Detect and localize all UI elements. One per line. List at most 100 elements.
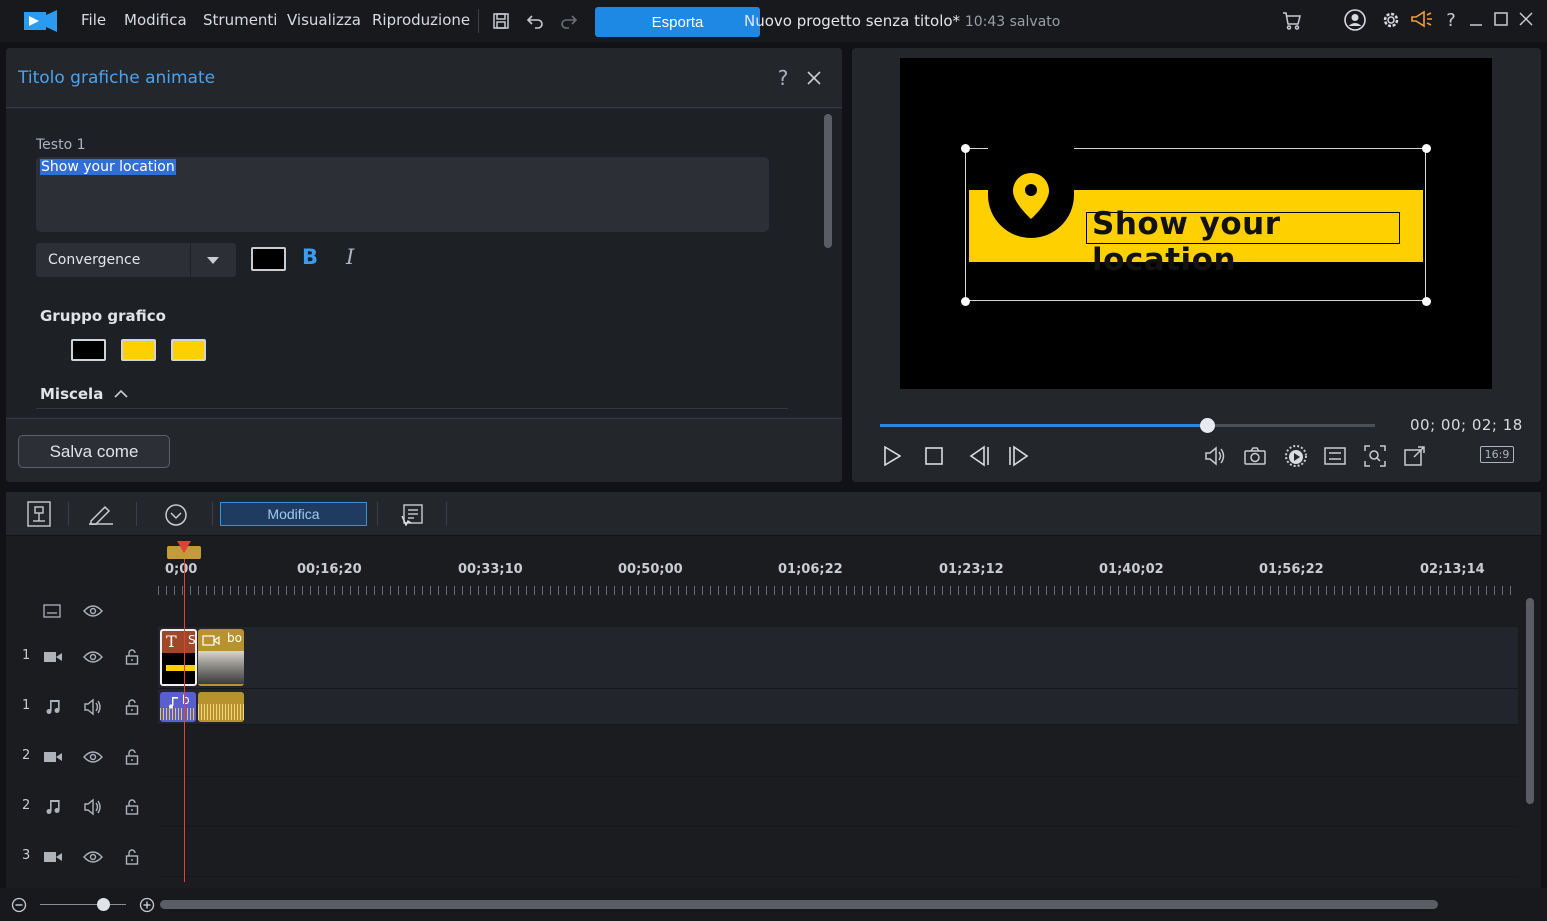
menu-riproduzione[interactable]: Riproduzione [372,11,470,29]
undo-icon[interactable] [524,10,546,32]
title-clip[interactable]: TS [160,629,197,686]
help-icon[interactable]: ? [1440,8,1462,32]
preview-title-text: Show your location [1092,206,1281,278]
chevron-down-icon[interactable] [202,252,224,268]
subtitle-room-icon[interactable] [399,502,425,528]
render-preview-icon[interactable] [1283,444,1309,468]
aspect-ratio-button[interactable]: 16:9 [1480,446,1514,463]
tools-icon[interactable] [26,500,52,528]
panel-help-icon[interactable]: ? [772,66,794,90]
edit-button[interactable]: Modifica [220,502,367,526]
next-frame-icon[interactable] [1006,444,1032,468]
audio-clip[interactable]: b [160,692,196,722]
play-icon[interactable] [880,444,904,468]
volume-icon[interactable] [1202,444,1228,468]
track-lane-video[interactable] [158,627,1518,689]
zoom-out-icon[interactable] [10,896,28,914]
zoom-slider-track[interactable] [40,904,126,905]
previous-frame-icon[interactable] [966,444,992,468]
speaker-icon[interactable] [82,798,104,816]
project-title: Nuovo progetto senza titolo* 10:43 salva… [744,12,1060,30]
blend-section-toggle[interactable]: Miscela [40,385,129,403]
lock-icon[interactable] [122,698,142,716]
timeline-toolbar: Modifica [6,492,1541,536]
save-status: 10:43 salvato [964,14,1061,30]
lock-icon[interactable] [122,798,142,816]
save-as-button[interactable]: Salva come [18,435,170,468]
bold-button[interactable]: B [302,245,318,269]
track-lane-audio[interactable] [158,777,1518,827]
track-lane-video[interactable] [158,727,1518,777]
edit-pen-icon[interactable] [86,501,116,527]
more-options-icon[interactable] [163,502,189,528]
audio-waveform [160,708,196,720]
resize-handle-br[interactable] [1422,297,1431,306]
resize-handle-tl[interactable] [961,144,970,153]
menu-visualizza[interactable]: Visualizza [287,11,361,29]
seek-thumb[interactable] [1199,418,1215,433]
panel-scrollbar[interactable] [824,114,832,248]
text-color-swatch[interactable] [251,247,286,271]
subtitle-icon[interactable] [42,602,62,620]
track-header-video: 3 [6,832,156,882]
undock-icon[interactable] [1402,444,1428,468]
eye-icon[interactable] [82,602,104,620]
eye-icon[interactable] [82,848,104,866]
font-value: Convergence [48,252,141,268]
video-audio-clip[interactable] [198,692,244,722]
stop-icon[interactable] [922,444,946,468]
italic-button[interactable]: I [346,245,354,269]
lock-icon[interactable] [122,748,142,766]
track-lane-audio[interactable] [158,689,1518,725]
timeline-panel: Modifica 0;00 00;16;20 00;33;10 00;50;00 01;… [6,492,1541,888]
font-dropdown-divider [190,243,191,277]
menu-modifica[interactable]: Modifica [124,11,187,29]
title-text-input[interactable]: Show your location [36,157,769,232]
snapshot-icon[interactable] [1242,444,1268,468]
toolbar-divider [68,502,69,526]
speaker-icon[interactable] [82,698,104,716]
graphic-color-swatch-2[interactable] [121,339,156,361]
graphic-color-swatch-1[interactable] [71,339,106,361]
panel-header: Titolo grafiche animate ? [6,48,842,108]
eye-icon[interactable] [82,648,104,666]
menu-strumenti[interactable]: Strumenti [203,11,277,29]
export-button[interactable]: Esporta [595,7,760,37]
video-clip-thumbnail [198,651,244,684]
zoom-in-icon[interactable] [138,896,156,914]
megaphone-icon[interactable] [1409,8,1435,32]
timeline-ruler[interactable]: 0;00 00;16;20 00;33;10 00;50;00 01;06;22 01;2… [158,536,1541,600]
save-icon[interactable] [490,10,512,32]
cart-icon[interactable] [1280,9,1304,33]
playhead[interactable] [184,544,185,882]
eye-icon[interactable] [82,748,104,766]
section-divider [36,408,788,409]
track-number: 2 [22,798,31,813]
preview-canvas[interactable]: Show your location [900,58,1492,389]
minimize-icon[interactable] [1465,8,1487,32]
redo-icon[interactable] [558,10,580,32]
title-graphic[interactable]: Show your location [961,135,1431,306]
video-clip[interactable]: bo [198,629,244,686]
menu-file[interactable]: File [81,11,106,29]
lock-icon[interactable] [122,648,142,666]
lock-icon[interactable] [122,848,142,866]
graphic-color-swatch-3[interactable] [171,339,206,361]
panel-close-icon[interactable] [803,66,825,90]
account-icon[interactable] [1343,8,1367,32]
track-lane-video[interactable] [158,827,1518,877]
panel-title: Titolo grafiche animate [18,68,216,88]
seek-bar[interactable] [880,418,1375,433]
timeline-vertical-scrollbar[interactable] [1526,598,1534,804]
close-icon[interactable] [1515,7,1537,31]
resize-handle-tr[interactable] [1422,144,1431,153]
zoom-fit-icon[interactable] [1362,444,1388,468]
font-dropdown[interactable]: Convergence [36,243,236,277]
timeline-horizontal-scrollbar[interactable] [160,900,1438,909]
resize-handle-bl[interactable] [961,297,970,306]
settings-icon[interactable] [1379,8,1403,32]
playback-settings-icon[interactable] [1322,444,1348,468]
maximize-icon[interactable] [1490,7,1512,31]
ruler-label: 00;16;20 [297,562,362,577]
zoom-slider-thumb[interactable] [97,898,110,911]
